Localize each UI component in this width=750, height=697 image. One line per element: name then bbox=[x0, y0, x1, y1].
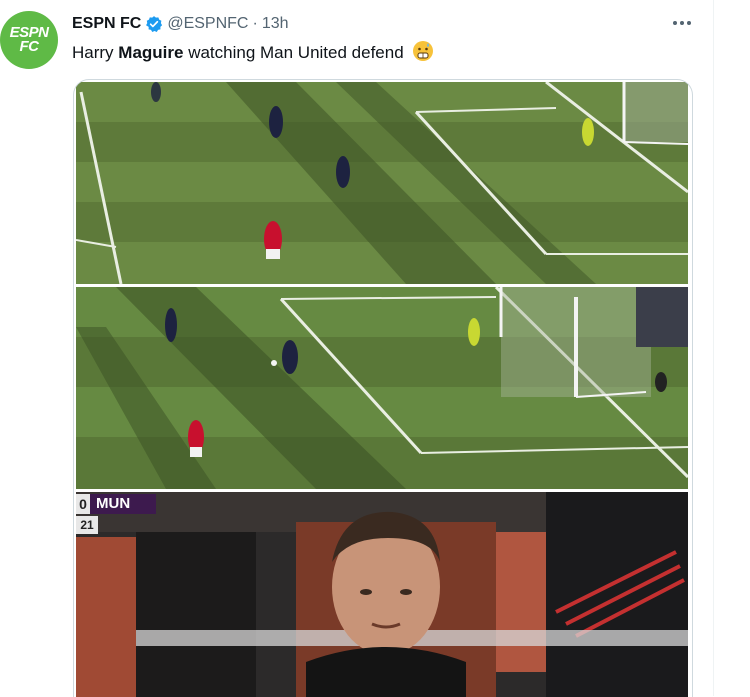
scoreboard-minute: 21 bbox=[76, 516, 98, 534]
cold-sweat-emoji-icon bbox=[413, 41, 434, 61]
timeline-border bbox=[713, 0, 714, 696]
pitch-scene-2 bbox=[76, 287, 688, 489]
scoreboard-score: 0 bbox=[76, 494, 90, 514]
scoreboard-row: 0 MUN bbox=[76, 494, 156, 514]
match-scoreboard: 0 MUN 21 bbox=[76, 492, 162, 538]
media-frame-3: 0 MUN 21 bbox=[76, 492, 688, 697]
bench-scene bbox=[76, 492, 688, 697]
avatar[interactable]: ESPN FC bbox=[0, 11, 58, 69]
tweet-media-image[interactable]: 0 MUN 21 bbox=[73, 79, 693, 697]
verified-badge-icon bbox=[146, 16, 163, 33]
more-options-icon[interactable] bbox=[670, 13, 694, 33]
author-handle[interactable]: @ESPNFC bbox=[167, 15, 248, 33]
media-frame-1 bbox=[76, 82, 688, 284]
tweet-text-part-end: watching Man United defend bbox=[183, 43, 404, 62]
avatar-logo-text-2: FC bbox=[19, 38, 40, 55]
tweet-text-part: Harry bbox=[72, 43, 119, 62]
scoreboard-team: MUN bbox=[90, 494, 156, 514]
tweet-header: ESPN FC @ESPNFC · 13h bbox=[72, 13, 289, 35]
tweet-text-bold: Maguire bbox=[118, 43, 184, 62]
tweet-text: Harry Maguire watching Man United defend bbox=[72, 40, 434, 63]
author-name[interactable]: ESPN FC bbox=[72, 15, 141, 33]
media-frame-2 bbox=[76, 287, 688, 489]
pitch-scene-1 bbox=[76, 82, 688, 284]
tweet-time[interactable]: 13h bbox=[262, 15, 289, 33]
meta-separator: · bbox=[252, 15, 258, 32]
